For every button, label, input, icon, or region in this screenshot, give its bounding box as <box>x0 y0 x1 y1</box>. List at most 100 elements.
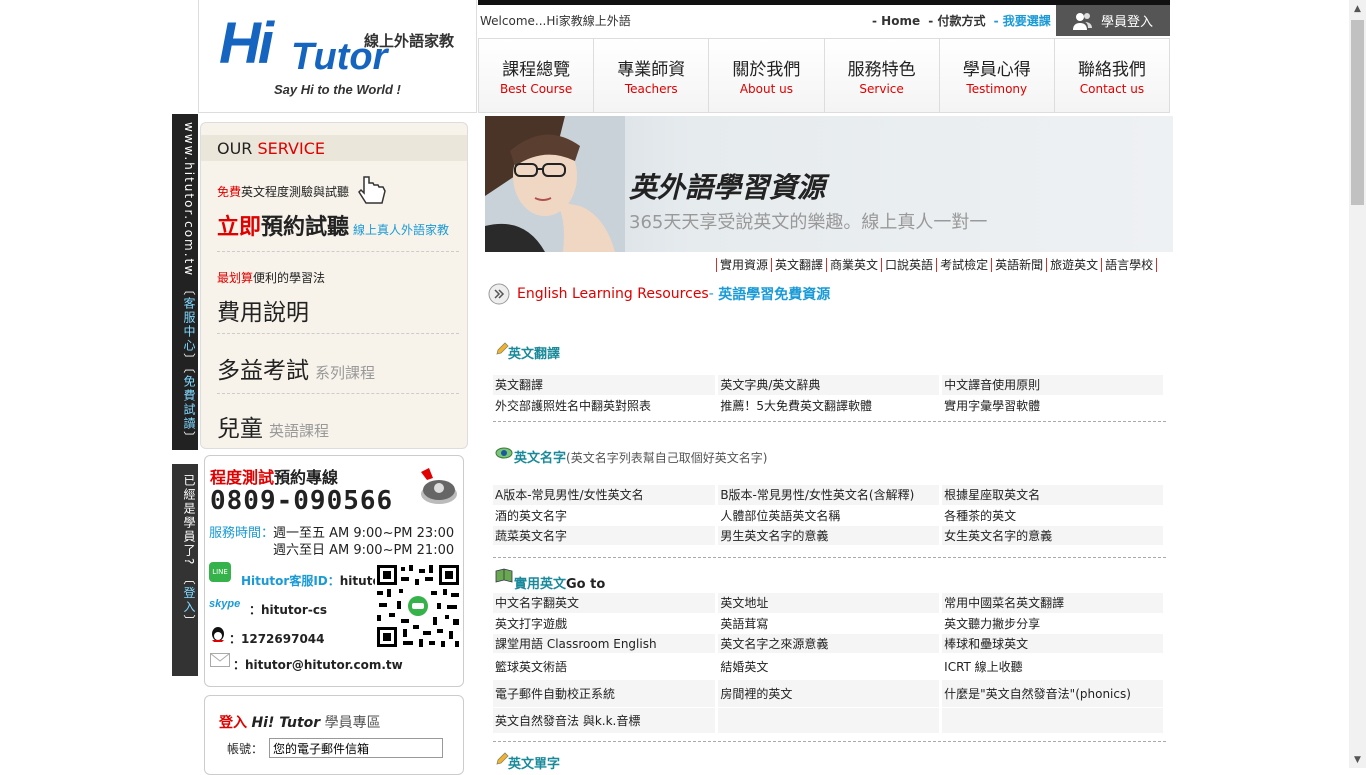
divider <box>217 393 459 394</box>
table-row: A版本-常見男性/女性英文名 B版本-常見男性/女性英文名(含解釋) 根據星座取英文… <box>493 485 1166 506</box>
member-login-panel: 登入 Hi! Tutor 學員專區 帳號： <box>204 695 464 775</box>
resource-link[interactable]: 外交部護照姓名中翻英對照表 <box>493 395 719 416</box>
scrollbar-thumb[interactable] <box>1351 20 1364 205</box>
bracket: 〕〔 <box>182 352 196 375</box>
table-row: 酒的英文名字 人體部位英語英文名稱 各種茶的英文 <box>493 505 1166 526</box>
toeic-link[interactable]: 多益考試 系列課程 <box>217 351 375 385</box>
resource-link[interactable]: 推薦！5大免費英文翻譯軟體 <box>716 395 943 416</box>
pencil-icon <box>496 342 509 355</box>
nav-cn: 關於我們 <box>732 60 801 80</box>
phone-number[interactable]: 0809-090566 <box>210 486 393 516</box>
nav-contact[interactable]: 聯絡我們 Contact us <box>1054 39 1171 112</box>
nav-about[interactable]: 關於我們 About us <box>709 39 825 112</box>
enroll-link[interactable]: - 我要選課 <box>994 14 1051 28</box>
resource-link[interactable]: 蔬菜英文名字 <box>493 525 719 546</box>
pricing-link[interactable]: 費用說明 <box>217 293 309 327</box>
pencil-icon <box>496 752 509 765</box>
category-title-translate: 英文翻譯 <box>508 347 561 362</box>
subnav-resources[interactable]: 實用資源 <box>716 258 772 272</box>
service-panel: OUR SERVICE 免費英文程度測驗與試聽 立即預約試聽 線上真人外語家教 最… <box>200 122 468 449</box>
nav-teachers[interactable]: 專業師資 Teachers <box>594 39 710 112</box>
subnav-business[interactable]: 商業英文 <box>826 258 882 272</box>
resource-link[interactable]: 常用中國菜名英文翻譯 <box>940 593 1166 614</box>
subnav-exams[interactable]: 考試檢定 <box>936 258 992 272</box>
free-trial-link[interactable]: 免費試讀 <box>182 375 196 431</box>
test-label: 程度測試 <box>210 468 275 487</box>
resource-link[interactable]: 課堂用語 Classroom English <box>493 633 719 654</box>
nav-en: Best Course <box>499 82 573 96</box>
side-vertical-bar: www.hitutor.com.tw 〔客服中心〕〔免費試讀〕 <box>172 114 198 450</box>
resource-link[interactable]: 英文名字之來源意義 <box>716 633 943 654</box>
resource-link[interactable]: 男生英文名字的意義 <box>716 525 943 546</box>
email-address[interactable]: ：hitutor@hitutor.com.tw <box>233 656 403 673</box>
subnav-speaking[interactable]: 口說英語 <box>881 258 937 272</box>
names-table: A版本-常見男性/女性英文名 B版本-常見男性/女性英文名(含解釋) 根據星座取英文… <box>493 485 1166 546</box>
line-id-row[interactable]: Hitutor客服ID：hitutor <box>241 572 387 589</box>
category-goto[interactable]: Go to <box>566 577 605 592</box>
side-login-link[interactable]: 登入 <box>182 586 196 614</box>
book-trial-link[interactable]: 立即預約試聽 線上真人外語家教 <box>217 209 449 241</box>
resource-link[interactable]: 英語茸寫 <box>716 613 943 634</box>
customer-service-link[interactable]: 客服中心 <box>182 297 196 353</box>
resource-link[interactable]: 根據星座取英文名 <box>940 485 1166 506</box>
kids-link[interactable]: 兒童 英語課程 <box>217 409 329 443</box>
subnav-translate[interactable]: 英文翻譯 <box>771 258 827 272</box>
resource-link[interactable]: 籃球英文術語 <box>493 653 719 680</box>
resource-link[interactable]: 房間裡的英文 <box>716 679 943 708</box>
subnav-schools[interactable]: 語言學校 <box>1101 258 1158 272</box>
resource-link[interactable]: 電子郵件自動校正系統 <box>493 679 719 708</box>
login-area-label: 學員專區 <box>324 715 381 731</box>
table-row: 蔬菜英文名字 男生英文名字的意義 女生英文名字的意義 <box>493 525 1166 546</box>
resource-link[interactable]: 英文聽力撇步分享 <box>940 613 1166 634</box>
resource-link[interactable]: 英文地址 <box>716 593 943 614</box>
resource-link[interactable]: 棒球和壘球英文 <box>940 633 1166 654</box>
nav-best-course[interactable]: 課程總覽 Best Course <box>478 39 595 112</box>
member-login-title: 登入 Hi! Tutor 學員專區 <box>219 712 381 732</box>
resource-link[interactable]: B版本-常見男性/女性英文名(含解釋) <box>716 485 943 506</box>
member-login-label: 學員登入 <box>1100 15 1153 30</box>
section-title: English Learning Resources - 英語學習免費資源 <box>488 283 830 305</box>
resource-link[interactable]: 各種茶的英文 <box>940 505 1166 526</box>
nav-cn: 課程總覽 <box>502 60 571 80</box>
value-text: 最划算便利的學習法 <box>217 269 325 286</box>
resource-link[interactable]: 英文翻譯 <box>493 375 719 396</box>
qq-id[interactable]: ：1272697044 <box>229 630 325 647</box>
logo[interactable]: Hi Tutor 線上外語家教 Say Hi to the World ! <box>198 0 477 113</box>
member-login-button[interactable]: 學員登入 <box>1056 5 1170 36</box>
resource-link[interactable]: A版本-常見男性/女性英文名 <box>493 485 719 506</box>
resource-link[interactable]: 酒的英文名字 <box>493 505 719 526</box>
free-test-label: 英文程度測驗與試聽 <box>241 185 350 199</box>
nav-testimony[interactable]: 學員心得 Testimony <box>939 39 1055 112</box>
resource-link[interactable]: 實用字彙學習軟體 <box>940 395 1166 416</box>
resource-link[interactable]: 英文打字遊戲 <box>493 613 719 634</box>
nav-en: About us <box>739 82 793 96</box>
subnav-travel[interactable]: 旅遊英文 <box>1046 258 1102 272</box>
resource-link[interactable]: ICRT 線上收聽 <box>940 653 1166 680</box>
resource-link[interactable]: 結婚英文 <box>716 653 943 680</box>
home-link[interactable]: - Home <box>872 14 920 28</box>
subnav-news[interactable]: 英語新聞 <box>991 258 1047 272</box>
member-text: 已經是學員了? <box>182 474 196 567</box>
divider <box>493 557 1166 558</box>
resource-link[interactable]: 英文自然發音法 與k.k.音標 <box>493 707 719 734</box>
qr-code <box>375 563 461 649</box>
skype-id[interactable]: ：hitutor-cs <box>249 601 327 618</box>
toeic-label: 多益考試 <box>217 358 309 384</box>
scroll-down-icon[interactable]: ▼ <box>1349 751 1366 768</box>
resource-link[interactable]: 女生英文名字的意義 <box>940 525 1166 546</box>
scroll-up-icon[interactable]: ▲ <box>1349 0 1366 17</box>
resource-link[interactable]: 人體部位英語英文名稱 <box>716 505 943 526</box>
account-input[interactable] <box>269 738 443 758</box>
resource-link[interactable]: 中文譯音使用原則 <box>940 375 1166 396</box>
nav-service[interactable]: 服務特色 Service <box>824 39 940 112</box>
payment-link[interactable]: - 付款方式 <box>928 14 985 28</box>
resource-link[interactable]: 英文字典/英文辭典 <box>716 375 943 396</box>
logo-slogan: 線上外語家教 <box>364 32 455 50</box>
category-title: 實用英文 <box>514 577 567 592</box>
account-label: 帳號： <box>227 742 264 756</box>
now-label: 立即 <box>217 215 262 240</box>
resource-link[interactable]: 中文名字翻英文 <box>493 593 719 614</box>
resource-link[interactable]: 什麼是"英文自然發音法"(phonics) <box>940 679 1166 708</box>
nav-cn: 專業師資 <box>617 60 686 80</box>
line-label: Hitutor客服ID： <box>241 574 340 588</box>
